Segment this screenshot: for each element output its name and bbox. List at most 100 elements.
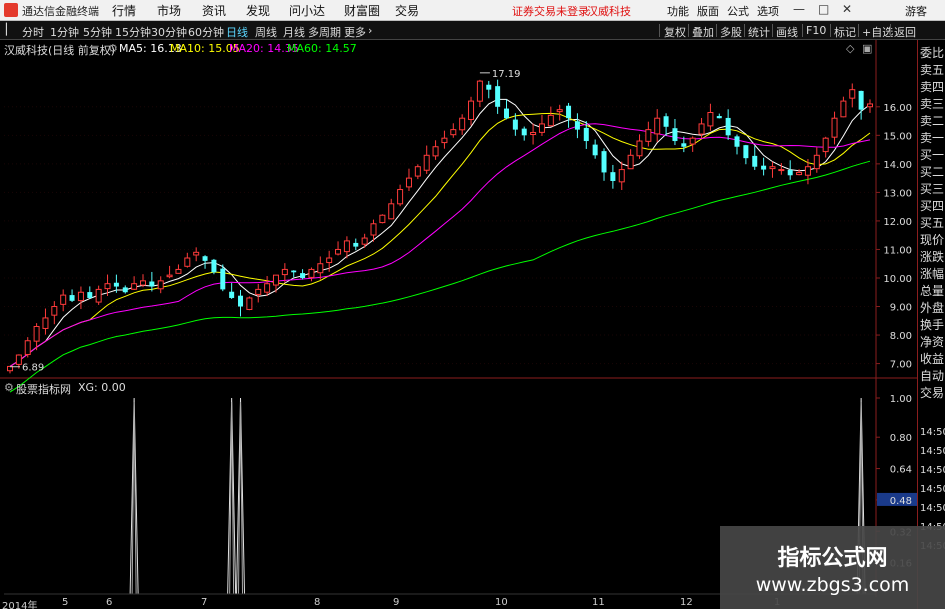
price-tick-label: 16.00 <box>883 103 912 114</box>
date-tick: 7 <box>201 597 208 608</box>
candle-body-up <box>264 283 271 293</box>
indicator-settings-icon[interactable]: ⚙ <box>4 381 14 394</box>
candle-body-up <box>281 268 288 276</box>
date-tick: 8 <box>314 597 321 608</box>
price-tick-label: 9.00 <box>890 303 912 314</box>
multi-stock-button[interactable]: 多股 <box>720 24 742 40</box>
separator <box>802 24 803 37</box>
watermark-title: 指标公式网 <box>777 546 888 571</box>
candle-body-down <box>743 145 749 159</box>
signal-spike-inner <box>131 401 137 595</box>
menu-assistant[interactable]: 问小达 <box>289 2 325 19</box>
candle-body-down <box>149 281 155 287</box>
close-icon[interactable]: ✕ <box>842 2 852 16</box>
back-button[interactable]: 返回 <box>894 24 916 40</box>
candle-body-up <box>51 306 58 316</box>
trade-time: 14:50 <box>920 465 945 476</box>
quote-field-label: 买三 <box>920 182 945 196</box>
menu-trade[interactable]: 交易 <box>395 2 419 19</box>
period-5min[interactable]: 5分钟 <box>83 24 112 40</box>
price-tick-label: 7.00 <box>890 360 912 371</box>
user-guest[interactable]: 游客 <box>905 3 927 19</box>
quote-field-label[interactable]: 自动 <box>920 367 944 384</box>
period-intraday[interactable]: 分时 <box>22 24 44 40</box>
f10-button[interactable]: F10 <box>806 24 826 37</box>
candle-body-up <box>822 137 829 153</box>
diamond-icon[interactable]: ◇ <box>846 42 854 55</box>
settings-icon[interactable]: ⚙ <box>108 42 118 55</box>
separator <box>716 24 717 37</box>
menu-market[interactable]: 市场 <box>157 2 181 19</box>
candle-body-down <box>858 90 864 110</box>
candle-body-down <box>521 128 527 136</box>
candle-body-up <box>867 103 873 108</box>
restore-icon[interactable]: □ <box>818 2 829 16</box>
layout-icon[interactable]: ▣ <box>862 42 872 55</box>
period-daily[interactable]: 日线 <box>226 24 248 40</box>
candle-body-up <box>33 325 40 342</box>
candle-body-down <box>592 144 598 156</box>
quote-side-panel: 委比 卖五 卖四 卖三 卖二 卖一 买一 买二 买三 买四 买五 现价 涨跌 涨幅 总量 外盘 换手 净资 收益 自动… <box>917 40 945 609</box>
candle-body-down <box>681 143 687 147</box>
layout-button[interactable]: 版面 <box>697 3 719 19</box>
menu-quotes[interactable]: 行情 <box>112 2 136 19</box>
menu-wealth[interactable]: 财富圈 <box>344 2 380 19</box>
period-toolbar: ▏ 分时 1分钟 5分钟 15分钟 30分钟 60分钟 日线 周线 月线 多周期… <box>0 21 945 40</box>
indicator-xg-value: XG: 0.00 <box>78 381 126 394</box>
period-30min[interactable]: 30分钟 <box>151 24 187 40</box>
low-price-label: 6.89 <box>22 363 44 374</box>
overlay-button[interactable]: 叠加 <box>692 24 714 40</box>
candle-body-down <box>787 169 793 176</box>
title-menu-bar: 通达信金融终端 行情 市场 资讯 发现 问小达 财富圈 交易 证券交易未登录 汉… <box>0 0 945 21</box>
candle-body-up <box>272 274 279 286</box>
menu-discover[interactable]: 发现 <box>246 2 270 19</box>
date-tick: 6 <box>106 597 113 608</box>
function-button[interactable]: 功能 <box>667 3 689 19</box>
period-weekly[interactable]: 周线 <box>255 24 277 40</box>
login-warning[interactable]: 证券交易未登录 <box>512 3 589 19</box>
moving-average-lines <box>9 98 871 393</box>
signal-spike-inner <box>229 401 235 595</box>
options-button[interactable]: 选项 <box>757 3 779 19</box>
minimize-icon[interactable]: — <box>793 2 805 16</box>
candle-body-up <box>645 129 652 142</box>
candle-body-up <box>317 263 324 274</box>
candle-body-up <box>379 214 386 224</box>
quote-field-label: 卖四 <box>920 80 945 94</box>
add-watchlist-button[interactable]: +自选 <box>862 24 893 40</box>
menu-news[interactable]: 资讯 <box>202 2 226 19</box>
quote-field-label: 买一 <box>920 148 945 162</box>
statistics-button[interactable]: 统计 <box>748 24 770 40</box>
candle-body-up <box>450 129 457 136</box>
candle-body-up <box>636 140 643 157</box>
candle-body-up <box>840 100 847 118</box>
period-more[interactable]: 更多 <box>344 24 366 40</box>
price-axis: 16.00 15.00 14.00 13.00 12.00 11.00 10.00 9.00 8… <box>4 103 912 371</box>
kline-chart-area[interactable]: 16.00 15.00 14.00 13.00 12.00 11.00 10.00 9.00 8… <box>0 40 917 597</box>
period-multi[interactable]: 多周期 <box>308 24 341 40</box>
candle-body-up <box>175 268 182 274</box>
adjust-button[interactable]: 复权 <box>664 24 686 40</box>
quote-field-label: 卖五 <box>920 63 945 77</box>
candle-body-up <box>405 177 412 188</box>
mark-button[interactable]: 标记 <box>834 24 856 40</box>
chevron-right-icon[interactable]: › <box>368 24 372 37</box>
period-monthly[interactable]: 月线 <box>283 24 305 40</box>
candle-body-up <box>335 248 342 255</box>
toggle-panel-icon[interactable]: ▏ <box>6 23 14 36</box>
quote-field-label[interactable]: 交易 <box>920 384 944 401</box>
candle-body-up <box>698 123 705 135</box>
candle-body-down <box>761 165 767 170</box>
period-1min[interactable]: 1分钟 <box>50 24 79 40</box>
price-tick-label: 10.00 <box>883 274 912 285</box>
formula-button[interactable]: 公式 <box>727 3 749 19</box>
chart-title: 汉威科技(日线 前复权) <box>4 44 116 57</box>
quote-field-label: 净资 <box>920 335 945 349</box>
candle-body-down <box>87 292 93 298</box>
quote-field-label: 外盘 <box>920 301 945 315</box>
period-60min[interactable]: 60分钟 <box>188 24 224 40</box>
draw-line-button[interactable]: 画线 <box>776 24 798 40</box>
candle-body-up <box>361 237 368 245</box>
candle-body-up <box>77 291 84 302</box>
period-15min[interactable]: 15分钟 <box>115 24 151 40</box>
